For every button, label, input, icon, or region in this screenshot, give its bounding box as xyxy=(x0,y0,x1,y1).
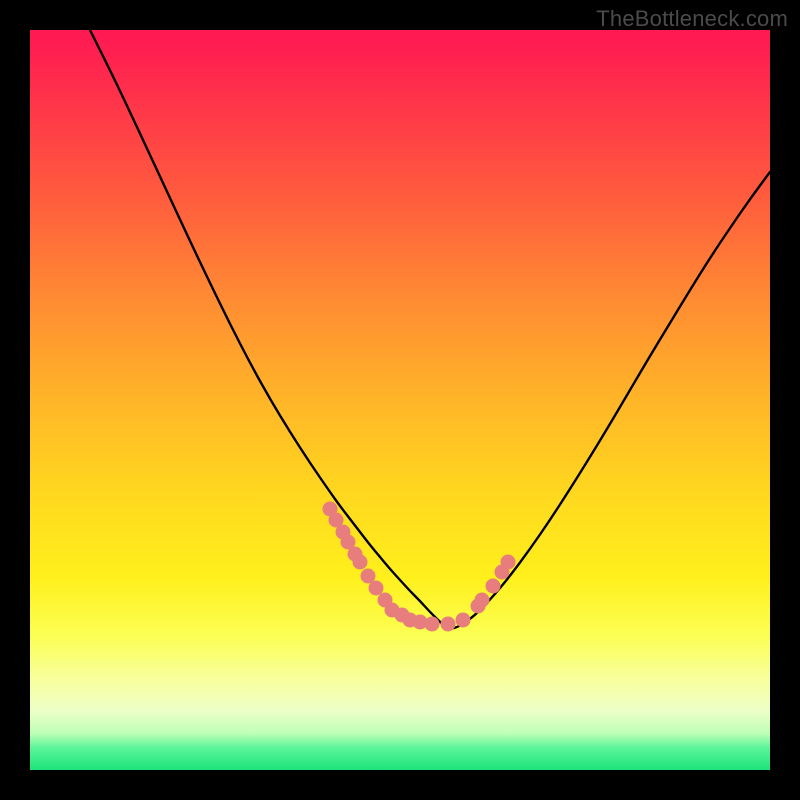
marker-dot xyxy=(501,555,516,570)
marker-dot xyxy=(486,579,501,594)
marker-dot xyxy=(475,593,490,608)
marker-dot xyxy=(425,617,440,632)
chart-svg xyxy=(30,30,770,770)
bottleneck-curve xyxy=(90,30,770,629)
chart-plot-area xyxy=(30,30,770,770)
marker-dot xyxy=(441,617,456,632)
marker-dot xyxy=(456,613,471,628)
marker-dot xyxy=(369,581,384,596)
watermark-text: TheBottleneck.com xyxy=(596,6,788,32)
marker-dot xyxy=(353,555,368,570)
